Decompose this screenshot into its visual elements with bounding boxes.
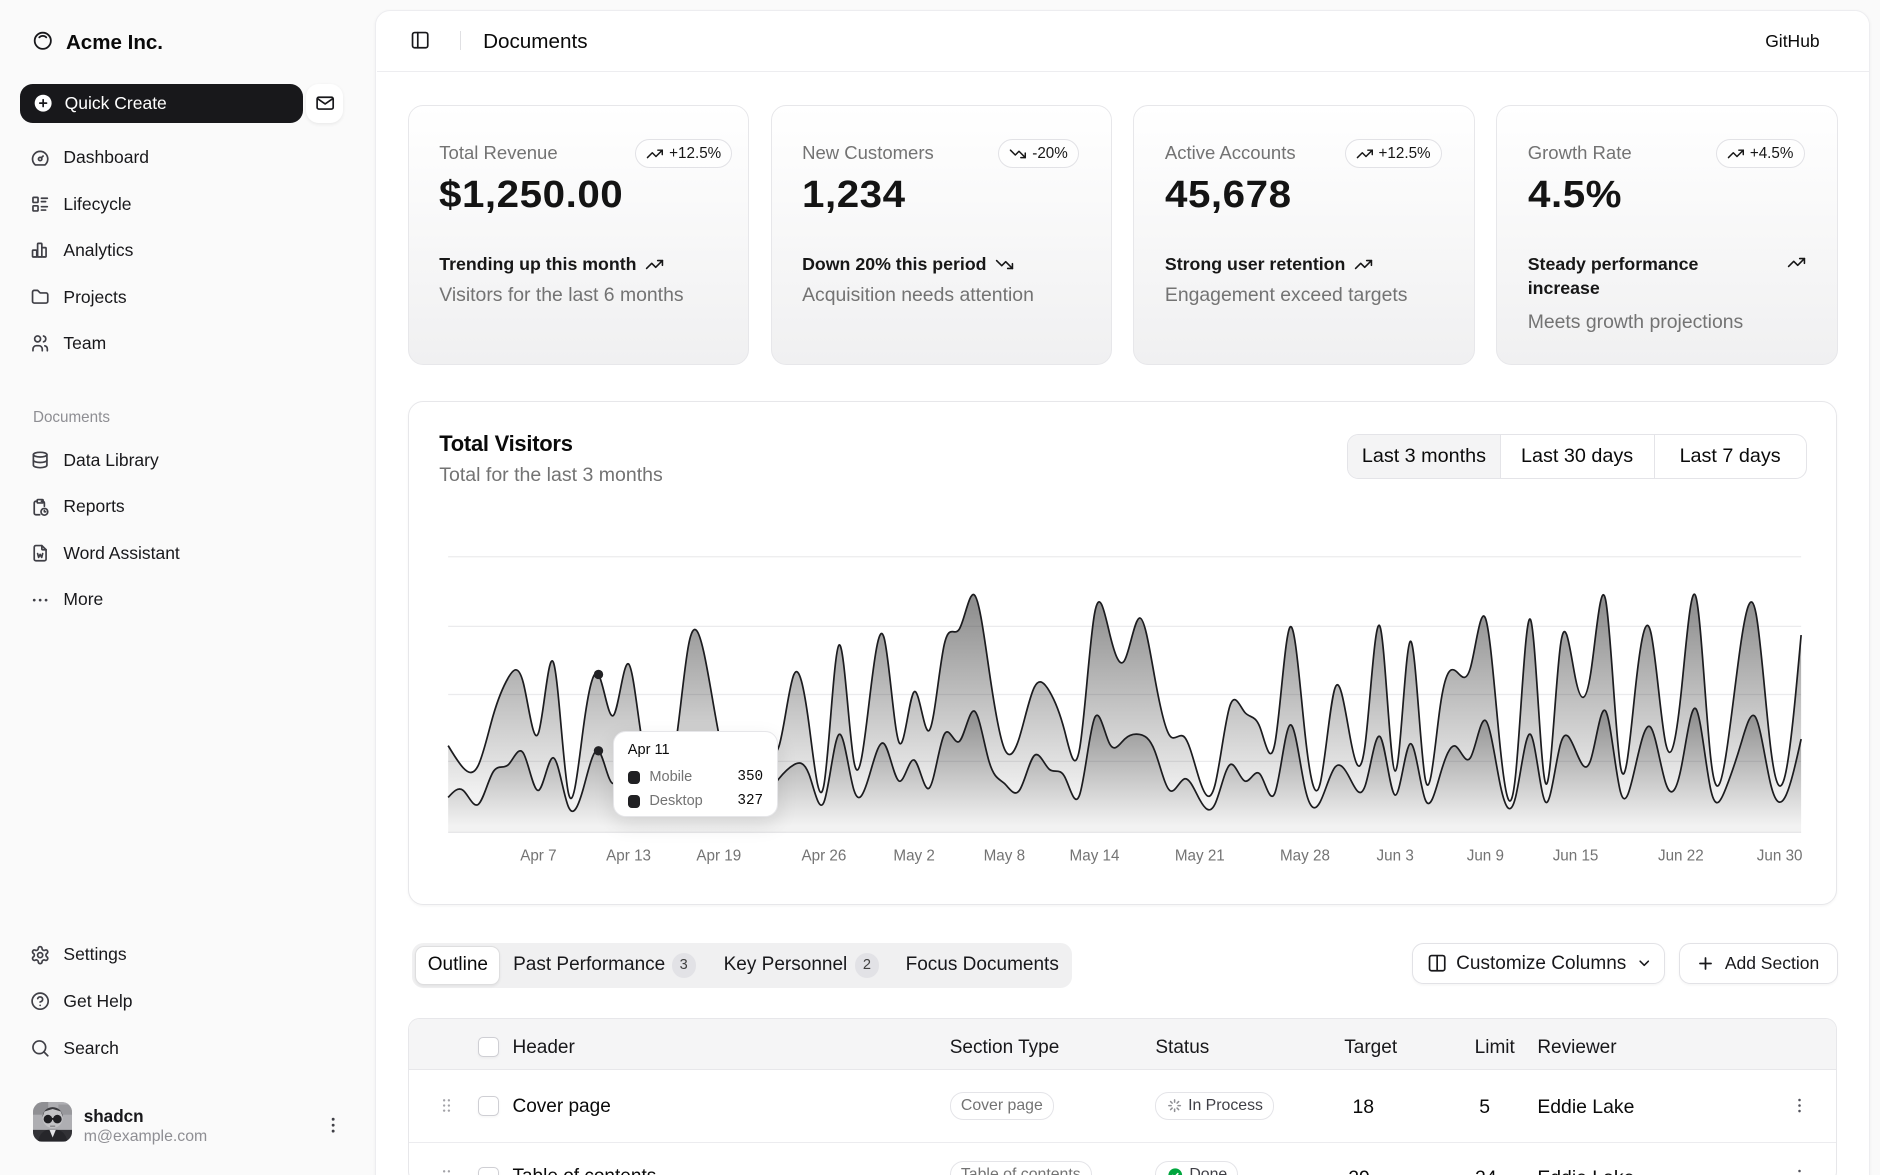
svg-text:Jun 30: Jun 30 — [1757, 847, 1803, 864]
svg-text:Apr 7: Apr 7 — [520, 847, 556, 864]
svg-text:Apr 19: Apr 19 — [696, 847, 741, 864]
svg-text:May 14: May 14 — [1069, 847, 1119, 864]
svg-text:Jun 9: Jun 9 — [1467, 847, 1504, 864]
svg-text:May 8: May 8 — [983, 847, 1024, 864]
svg-text:May 28: May 28 — [1280, 847, 1330, 864]
svg-text:Apr 26: Apr 26 — [801, 847, 846, 864]
svg-text:May 2: May 2 — [893, 847, 934, 864]
svg-text:Jun 22: Jun 22 — [1658, 847, 1704, 864]
svg-text:Jun 3: Jun 3 — [1376, 847, 1413, 864]
svg-text:May 21: May 21 — [1175, 847, 1225, 864]
svg-text:Jun 15: Jun 15 — [1553, 847, 1599, 864]
svg-text:Apr 13: Apr 13 — [606, 847, 651, 864]
